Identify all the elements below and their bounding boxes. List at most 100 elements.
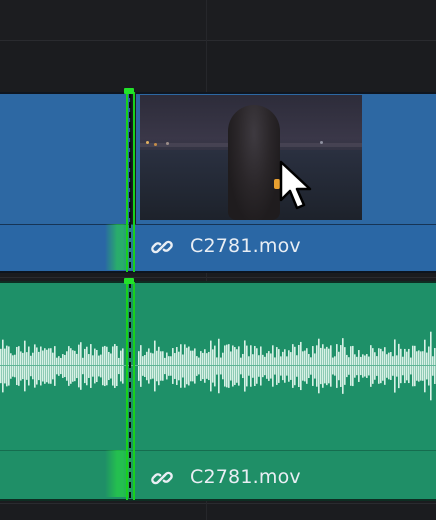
waveform-bar (316, 345, 318, 387)
waveform-bar (370, 345, 372, 387)
waveform-bar (380, 348, 382, 384)
waveform-bar (270, 353, 272, 379)
cut-marker-left[interactable] (126, 92, 128, 272)
waveform-bar (300, 341, 302, 391)
waveform-bar (386, 354, 388, 378)
waveform-bar (116, 345, 118, 387)
waveform-bar (8, 346, 10, 386)
waveform-bar (182, 354, 184, 378)
waveform-bar (218, 338, 220, 394)
waveform-bar (356, 356, 358, 376)
waveform-bar (268, 351, 270, 381)
waveform-bar (294, 346, 296, 386)
waveform-bar (112, 346, 114, 386)
waveform-bar (286, 356, 288, 376)
waveform-bar (342, 338, 344, 394)
timeline-ruler-area (0, 0, 436, 40)
track-divider (0, 40, 436, 41)
waveform-bar (360, 356, 362, 376)
waveform-bar (280, 356, 282, 376)
waveform-bar (92, 355, 94, 377)
cut-marker-left[interactable] (126, 282, 128, 500)
waveform-bar (106, 346, 108, 386)
track-divider (0, 277, 436, 278)
waveform-bar (346, 354, 348, 378)
waveform-bar (244, 340, 246, 392)
waveform-bar (120, 350, 122, 382)
waveform-bar (348, 357, 350, 375)
waveform-bar (332, 357, 334, 375)
waveform-bar (228, 344, 230, 388)
waveform-bar (170, 356, 172, 376)
waveform-bar (384, 347, 386, 385)
waveform-bar (84, 348, 86, 384)
waveform-bar (148, 348, 150, 384)
waveform-bar (86, 346, 88, 386)
thumbnail-light (146, 141, 149, 144)
waveform-bar (102, 346, 104, 386)
waveform-bar (176, 347, 178, 385)
waveform-bar (210, 340, 212, 392)
waveform-bar (416, 351, 418, 381)
video-clip-name: C2781.mov (190, 235, 301, 257)
waveform-bar (430, 331, 432, 401)
waveform-bar (426, 352, 428, 380)
waveform-bar (256, 348, 258, 384)
waveform-bar (22, 352, 24, 380)
cut-marker-right[interactable] (133, 282, 135, 500)
waveform-bar (292, 344, 294, 388)
waveform-bar (90, 344, 92, 388)
waveform-bar (154, 340, 156, 392)
link-icon (151, 240, 173, 254)
waveform-bar (334, 356, 336, 376)
cut-marker-right[interactable] (133, 92, 135, 272)
waveform-bar (394, 339, 396, 393)
waveform-bar (428, 346, 430, 386)
waveform-bar (272, 345, 274, 387)
waveform-bar (260, 346, 262, 386)
waveform-bar (198, 357, 200, 375)
waveform-bar (304, 350, 306, 382)
edit-point-handle[interactable] (124, 88, 134, 94)
waveform-bar (122, 348, 124, 384)
waveform-bar (200, 351, 202, 381)
waveform-bar (274, 357, 276, 375)
waveform-bar (298, 344, 300, 388)
waveform-bar (420, 351, 422, 381)
waveform-bar (118, 357, 120, 375)
waveform-bar (284, 349, 286, 383)
waveform-bar (26, 352, 28, 380)
waveform-bar (398, 343, 400, 389)
waveform-bar (278, 349, 280, 383)
waveform-bar (30, 355, 32, 377)
waveform-bar (310, 357, 312, 375)
video-clip-previous[interactable] (0, 92, 132, 226)
arrow-cursor-icon (279, 160, 312, 210)
video-clip-thumbnail (140, 95, 362, 220)
waveform-bar (178, 351, 180, 381)
waveform-bar (216, 357, 218, 375)
edit-point-handle[interactable] (124, 278, 134, 284)
waveform-bar (212, 349, 214, 383)
waveform-bar (224, 345, 226, 387)
waveform-bar (74, 350, 76, 382)
waveform-bar (24, 340, 26, 392)
waveform-bar (312, 346, 314, 386)
waveform-bar (12, 355, 14, 377)
waveform-bar (2, 339, 4, 393)
waveform-bar (402, 356, 404, 376)
waveform-bar (152, 353, 154, 379)
waveform-bar (168, 356, 170, 376)
waveform-bar (142, 356, 144, 376)
waveform-bar (186, 347, 188, 385)
waveform-bar (344, 347, 346, 385)
waveform-bar (156, 350, 158, 382)
waveform-bar (392, 356, 394, 376)
waveform-bar (396, 355, 398, 377)
thumbnail-light (154, 143, 157, 146)
waveform-bar (48, 348, 50, 384)
waveform-bar (60, 357, 62, 375)
waveform-bar (410, 357, 412, 375)
waveform-bar (108, 351, 110, 381)
waveform-bar (254, 345, 256, 387)
